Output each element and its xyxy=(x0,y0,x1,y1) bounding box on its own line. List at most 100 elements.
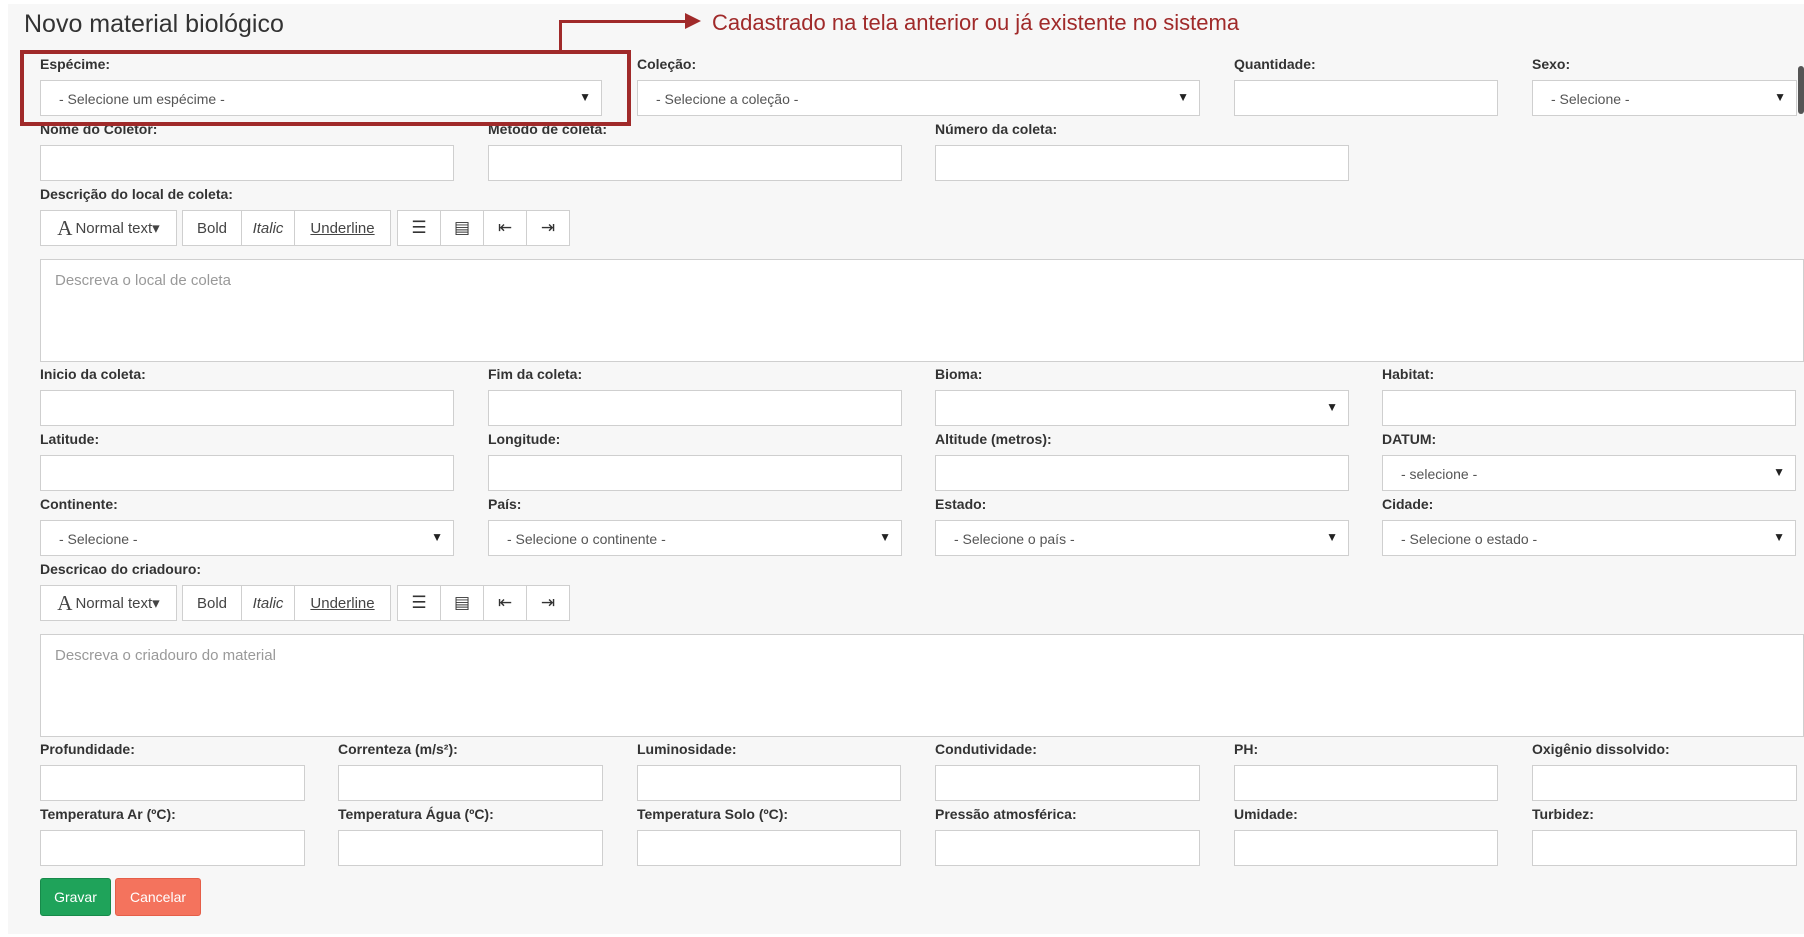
pressao-input[interactable] xyxy=(935,830,1200,866)
bold-button[interactable]: Bold xyxy=(183,211,242,245)
annotation-connector-horizontal xyxy=(559,20,685,23)
numero-coleta-input[interactable] xyxy=(935,145,1349,181)
indent-button[interactable]: ⇥ xyxy=(527,586,569,620)
outdent-button[interactable]: ⇤ xyxy=(484,211,527,245)
descricao-local-editor[interactable]: Descreva o local de coleta xyxy=(40,259,1804,362)
cidade-select[interactable]: - Selecione o estado - ▼ xyxy=(1382,520,1796,556)
temp-agua-input[interactable] xyxy=(338,830,603,866)
habitat-label: Habitat: xyxy=(1382,366,1435,382)
font-icon: A xyxy=(57,590,73,615)
font-icon: A xyxy=(57,215,73,240)
oxigenio-input[interactable] xyxy=(1532,765,1797,801)
inicio-coleta-input[interactable] xyxy=(40,390,454,426)
colecao-label: Coleção: xyxy=(637,56,697,72)
habitat-input[interactable] xyxy=(1382,390,1796,426)
bioma-select[interactable]: ▼ xyxy=(935,390,1349,426)
underline-button[interactable]: Underline xyxy=(295,211,390,245)
underline-button[interactable]: Underline xyxy=(295,586,390,620)
altitude-input[interactable] xyxy=(935,455,1349,491)
text-style-dropdown[interactable]: A Normal text ▾ xyxy=(41,586,176,620)
sexo-select-value: - Selecione - xyxy=(1551,91,1630,107)
sexo-select[interactable]: - Selecione - ▼ xyxy=(1532,80,1797,116)
datum-select-value: - selecione - xyxy=(1401,466,1478,482)
numero-coleta-label: Número da coleta: xyxy=(935,121,1058,137)
descricao-criadouro-toolbar: A Normal text ▾ Bold Italic Underline ☰ … xyxy=(40,585,570,621)
estado-select[interactable]: - Selecione o país - ▼ xyxy=(935,520,1349,556)
pais-label: País: xyxy=(488,496,522,512)
ordered-list-icon: ▤ xyxy=(453,218,471,237)
annotation-text: Cadastrado na tela anterior ou já existe… xyxy=(712,10,1240,35)
italic-button[interactable]: Italic xyxy=(242,586,295,620)
select-arrow-icon: ▼ xyxy=(1177,90,1189,104)
pais-select-value: - Selecione o continente - xyxy=(507,531,666,547)
unordered-list-button[interactable]: ☰ xyxy=(398,586,441,620)
ordered-list-button[interactable]: ▤ xyxy=(441,586,484,620)
correnteza-label: Correnteza (m/s²): xyxy=(338,741,458,757)
quantidade-input[interactable] xyxy=(1234,80,1498,116)
bold-button[interactable]: Bold xyxy=(183,586,242,620)
continente-select[interactable]: - Selecione - ▼ xyxy=(40,520,454,556)
ordered-list-icon: ▤ xyxy=(453,593,471,612)
indent-button[interactable]: ⇥ xyxy=(527,211,569,245)
outdent-button[interactable]: ⇤ xyxy=(484,586,527,620)
descricao-criadouro-label: Descricao do criadouro: xyxy=(40,561,202,577)
metodo-coleta-input[interactable] xyxy=(488,145,902,181)
estado-label: Estado: xyxy=(935,496,987,512)
correnteza-input[interactable] xyxy=(338,765,603,801)
latitude-label: Latitude: xyxy=(40,431,100,447)
indent-icon: ⇥ xyxy=(540,218,556,237)
temp-agua-label: Temperatura Água (ºC): xyxy=(338,806,494,822)
unordered-list-icon: ☰ xyxy=(411,593,427,612)
descricao-criadouro-placeholder: Descreva o criadouro do material xyxy=(55,647,276,664)
unordered-list-icon: ☰ xyxy=(411,218,427,237)
condutividade-input[interactable] xyxy=(935,765,1200,801)
text-style-dropdown[interactable]: A Normal text ▾ xyxy=(41,211,176,245)
outdent-icon: ⇤ xyxy=(497,593,513,612)
pais-select[interactable]: - Selecione o continente - ▼ xyxy=(488,520,902,556)
unordered-list-button[interactable]: ☰ xyxy=(398,211,441,245)
scrollbar-thumb[interactable] xyxy=(1798,66,1804,114)
pressao-label: Pressão atmosférica: xyxy=(935,806,1077,822)
select-arrow-icon: ▼ xyxy=(431,530,443,544)
cancel-button[interactable]: Cancelar xyxy=(115,878,201,916)
select-arrow-icon: ▼ xyxy=(1326,400,1338,414)
cidade-select-value: - Selecione o estado - xyxy=(1401,531,1538,547)
turbidez-label: Turbidez: xyxy=(1532,806,1594,822)
umidade-input[interactable] xyxy=(1234,830,1498,866)
select-arrow-icon: ▼ xyxy=(879,530,891,544)
select-arrow-icon: ▼ xyxy=(1773,465,1785,479)
turbidez-input[interactable] xyxy=(1532,830,1797,866)
ph-input[interactable] xyxy=(1234,765,1498,801)
descricao-local-toolbar: A Normal text ▾ Bold Italic Underline ☰ … xyxy=(40,210,570,246)
caret-down-icon: ▾ xyxy=(152,595,160,612)
annotation-highlight-box xyxy=(20,50,631,126)
oxigenio-label: Oxigênio dissolvido: xyxy=(1532,741,1670,757)
profundidade-input[interactable] xyxy=(40,765,305,801)
colecao-select-value: - Selecione a coleção - xyxy=(656,91,799,107)
nome-coletor-input[interactable] xyxy=(40,145,454,181)
luminosidade-input[interactable] xyxy=(637,765,901,801)
sexo-label: Sexo: xyxy=(1532,56,1571,72)
fim-coleta-input[interactable] xyxy=(488,390,902,426)
italic-button[interactable]: Italic xyxy=(242,211,295,245)
umidade-label: Umidade: xyxy=(1234,806,1298,822)
longitude-label: Longitude: xyxy=(488,431,561,447)
colecao-select[interactable]: - Selecione a coleção - ▼ xyxy=(637,80,1200,116)
datum-label: DATUM: xyxy=(1382,431,1437,447)
save-button[interactable]: Gravar xyxy=(40,878,111,916)
temp-solo-label: Temperatura Solo (ºC): xyxy=(637,806,789,822)
annotation-connector-vertical xyxy=(559,20,562,52)
temp-solo-input[interactable] xyxy=(637,830,901,866)
continente-select-value: - Selecione - xyxy=(59,531,138,547)
ordered-list-button[interactable]: ▤ xyxy=(441,211,484,245)
bioma-label: Bioma: xyxy=(935,366,983,382)
fim-coleta-label: Fim da coleta: xyxy=(488,366,583,382)
datum-select[interactable]: - selecione - ▼ xyxy=(1382,455,1796,491)
latitude-input[interactable] xyxy=(40,455,454,491)
annotation-arrow-icon xyxy=(685,13,701,29)
luminosidade-label: Luminosidade: xyxy=(637,741,737,757)
longitude-input[interactable] xyxy=(488,455,902,491)
select-arrow-icon: ▼ xyxy=(1773,530,1785,544)
temp-ar-input[interactable] xyxy=(40,830,305,866)
descricao-criadouro-editor[interactable]: Descreva o criadouro do material xyxy=(40,634,1804,737)
